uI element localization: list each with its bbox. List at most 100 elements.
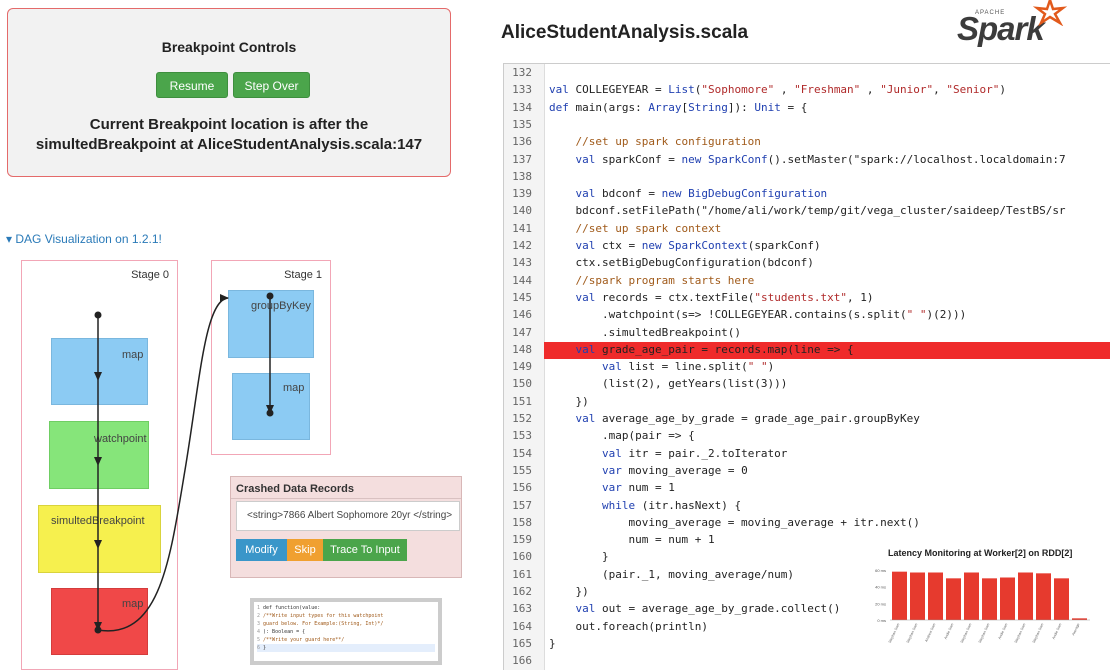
line-number: 139: [512, 187, 532, 201]
line-number: 145: [512, 290, 532, 304]
line-number: 150: [512, 377, 532, 391]
line-number: 151: [512, 394, 532, 408]
latency-monitoring-chart: Latency Monitoring at Worker[2] on RDD[2…: [858, 545, 1090, 665]
code-line: ctx.setBigDebugConfiguration(bdconf): [549, 256, 814, 270]
code-line: }): [549, 394, 589, 408]
line-number: 146: [512, 308, 532, 322]
trace-to-input-button[interactable]: Trace To Input: [323, 539, 407, 561]
line-number: 157: [512, 498, 532, 512]
code-line: }: [549, 550, 609, 564]
dag-arrow: [94, 540, 102, 549]
line-number: 135: [512, 117, 532, 131]
line-number: 132: [512, 66, 532, 79]
code-line: while (itr.hasNext) {: [601, 498, 742, 512]
spark-logo: APACHE Spark: [953, 0, 1068, 50]
code-line: //set up spark configuration: [549, 135, 761, 149]
latency-x-label: Stephan Sam: [978, 623, 991, 644]
line-number: 156: [512, 481, 532, 495]
latency-y-tick: 40 ms: [875, 585, 886, 590]
line-number: 153: [512, 429, 532, 443]
code-line: val sparkConf = new SparkConf().setMaste…: [575, 152, 1066, 166]
line-number-gutter: 132 133 134 135 136 137 138 139 140 141 142 143 144 1…: [504, 64, 545, 670]
code-line: val average_age_by_grade = grade_age_pai…: [575, 412, 920, 425]
crashed-records-title: Crashed Data Records: [236, 483, 354, 495]
code-line: .simultedBreakpoint(): [549, 325, 742, 339]
spark-star-icon: [1033, 0, 1067, 26]
line-number: 142: [512, 239, 532, 252]
line-number: 141: [512, 221, 532, 235]
code-line: val records = ctx.textFile("students.txt…: [575, 290, 874, 304]
code-line: def main(args: Array[String]): Unit = {: [549, 100, 808, 114]
line-number: 140: [512, 204, 532, 218]
code-line: var num = 1: [601, 481, 675, 495]
skip-button[interactable]: Skip: [287, 539, 323, 561]
guard-code-line: 1 def function(value:: [257, 605, 321, 611]
code-line: moving_average = moving_average + itr.ne…: [549, 515, 920, 529]
code-line: bdconf.setFilePath("/home/ali/work/temp/…: [549, 204, 1066, 218]
file-title: AliceStudentAnalysis.scala: [501, 22, 749, 43]
latency-x-label: Average: [1071, 623, 1080, 636]
latency-y-tick: 20 ms: [875, 601, 886, 606]
guard-code-line: 5 /**Write your guard here**/: [257, 637, 345, 643]
crashed-record-field[interactable]: <string>7866 Albert Sophomore 20yr </str…: [236, 501, 460, 531]
line-number: 166: [512, 654, 532, 668]
line-number: 160: [512, 550, 532, 564]
latency-bar: [982, 578, 997, 620]
dag-dot: [94, 311, 102, 319]
line-number: 133: [512, 83, 532, 97]
dag-edge-shuffle: [97, 297, 229, 632]
latency-x-label: Andie Sam: [944, 623, 955, 640]
code-line: val ctx = new SparkContext(sparkConf): [575, 239, 821, 252]
latency-x-label: Stephan Sam: [1014, 623, 1027, 644]
line-number: 147: [512, 325, 532, 339]
line-number: 152: [512, 412, 532, 425]
code-line: .map(pair => {: [549, 429, 695, 443]
dag-arrow: [220, 294, 229, 302]
guard-code-line: 2 /**Write input types for this watchpoi…: [257, 613, 384, 619]
code-line: .watchpoint(s=> !COLLEGEYEAR.contains(s.…: [549, 308, 967, 322]
code-line: (list(2), getYears(list(3))): [549, 377, 788, 391]
guard-code-line: 3 guard below. For Example:(String, Int)…: [257, 621, 384, 627]
code-line: var moving_average = 0: [601, 463, 748, 477]
crashed-data-records-panel: Crashed Data Records <string>7866 Albert…: [230, 476, 462, 578]
divider: [231, 498, 461, 499]
latency-bar: [1018, 572, 1033, 620]
code-line: out.foreach(println): [549, 619, 708, 633]
latency-x-label: Andrew Sam: [924, 623, 936, 643]
watchpoint-guard-editor[interactable]: 1 def function(value: 2 /**Write input t…: [250, 598, 442, 665]
latency-chart-plot: 60 ms40 ms20 ms0 msStephan Sam Stephan Sa…: [875, 568, 1090, 644]
line-number: 155: [512, 463, 532, 477]
line-number: 136: [512, 135, 532, 149]
code-line: val grade_age_pair = records.map(line =>…: [575, 342, 854, 356]
latency-x-label: Andie Sam: [1052, 623, 1063, 640]
dag-arrow: [94, 457, 102, 466]
line-number: 164: [512, 619, 532, 633]
guard-code-line: 6 }: [257, 644, 435, 652]
code-line: val COLLEGEYEAR = List("Sophomore" , "Fr…: [549, 83, 1007, 97]
spark-logo-text: Spark: [957, 10, 1045, 47]
line-number: 165: [512, 636, 532, 650]
guard-code-line: 4 ): Boolean = {: [257, 629, 306, 635]
latency-y-tick: 0 ms: [877, 618, 886, 623]
code-line: }: [549, 636, 556, 650]
dag-dot: [266, 292, 274, 300]
code-line: (pair._1, moving_average/num): [549, 567, 795, 581]
code-line: val bdconf = new BigDebugConfiguration: [575, 187, 828, 201]
latency-bar: [910, 572, 925, 620]
code-line: //set up spark context: [549, 221, 722, 235]
latency-y-tick: 60 ms: [875, 568, 886, 573]
latency-x-label: Stephan Sam: [960, 623, 973, 644]
code-line: val itr = pair._2.toIterator: [601, 446, 788, 460]
code-line: val out = average_age_by_grade.collect(): [575, 602, 841, 616]
line-number: 163: [512, 602, 532, 616]
line-number: 138: [512, 169, 532, 183]
line-number: 158: [512, 515, 532, 529]
modify-button[interactable]: Modify: [236, 539, 287, 561]
code-line: }): [549, 585, 589, 598]
latency-bar: [1054, 578, 1069, 620]
latency-chart-title: Latency Monitoring at Worker[2] on RDD[2…: [888, 548, 1073, 558]
latency-bar: [928, 572, 943, 620]
line-number: 154: [512, 446, 532, 460]
latency-x-label: Stephan Sam: [888, 623, 901, 644]
line-number: 144: [512, 273, 532, 287]
